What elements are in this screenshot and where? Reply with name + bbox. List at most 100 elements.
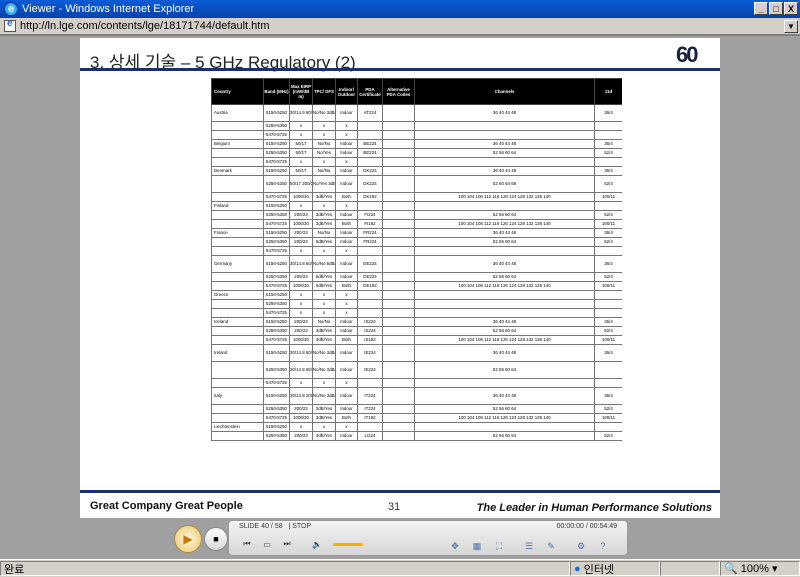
table-cell: x xyxy=(289,201,313,211)
table-cell: 36/4 xyxy=(594,166,622,176)
table-cell: x xyxy=(335,378,358,388)
table-cell: 200/23 xyxy=(289,317,313,327)
country-cell: Belgium xyxy=(211,139,264,149)
security-zone: ● 인터넷 xyxy=(570,561,660,576)
table-cell xyxy=(382,281,415,291)
viewer-stage: 3. 상세 기술 – 5 GHz Regulatory (2) 60 Count… xyxy=(0,36,800,559)
table-cell: 36 40 44 48 xyxy=(413,255,596,273)
table-cell: 5470-5725 xyxy=(263,219,290,229)
table-cell: 5470-5725 xyxy=(263,246,290,256)
footer-tagline: The Leader in Human Performance Solution… xyxy=(476,502,712,514)
address-dropdown-icon[interactable]: ▼ xyxy=(784,19,798,33)
stop-button[interactable]: ■ xyxy=(204,527,228,551)
table-cell: 3dB/Yes xyxy=(312,404,336,414)
table-cell: 52 56 60 64 xyxy=(413,361,596,379)
table-header-cell: TPC/ DFS xyxy=(312,78,336,105)
table-row: 5250-5350 200/23 6dB/Yes Indoor FR224 52 56 6… xyxy=(211,237,622,247)
table-cell: 3dB/Yes xyxy=(312,335,336,345)
table-cell: 3dB/Yes xyxy=(312,326,336,336)
country-cell xyxy=(211,210,264,220)
table-cell: Both xyxy=(335,335,358,345)
table-cell: 3dB/Yes xyxy=(312,413,336,423)
table-cell: Both xyxy=(335,219,358,229)
next-slide-icon[interactable]: ⏭ xyxy=(279,537,295,551)
table-cell: 36 40 44 48 xyxy=(413,228,596,238)
table-row: 5250-535050/17 200/23No/Yes 3dB/YesIndoo… xyxy=(211,175,622,193)
table-cell: 30/14.8 60/17.8 xyxy=(289,344,313,362)
table-cell: DE224 xyxy=(357,255,383,273)
thumbnail-icon[interactable]: ▦ xyxy=(469,539,485,553)
table-cell xyxy=(382,422,415,432)
table-cell: 30/14.8 200/23 xyxy=(289,387,313,405)
table-cell: 100 104 108 112 116 120 124 128 132 136 … xyxy=(413,335,596,345)
table-cell xyxy=(357,121,383,131)
close-button[interactable]: X xyxy=(784,2,798,15)
table-cell xyxy=(594,361,622,379)
table-cell: Indoor xyxy=(335,344,358,362)
minimize-button[interactable]: _ xyxy=(754,2,768,15)
table-cell: 52 56 60 64 xyxy=(413,237,596,247)
table-cell: No/No 3dB/No xyxy=(312,361,336,379)
country-cell xyxy=(211,121,264,131)
help-icon[interactable]: ? xyxy=(595,539,611,553)
volume-slider[interactable] xyxy=(333,543,363,546)
table-cell: FR224 xyxy=(357,237,383,247)
table-cell: DE192 xyxy=(357,281,383,291)
country-cell xyxy=(211,272,264,282)
address-bar: http://ln.lge.com/contents/lge/18171744/… xyxy=(0,18,800,35)
table-cell: 5150-5250 xyxy=(263,228,290,238)
table-cell: BE224 xyxy=(357,139,383,149)
table-cell: Both xyxy=(335,281,358,291)
address-url[interactable]: http://ln.lge.com/contents/lge/18171744/… xyxy=(20,20,784,32)
table-cell: 3dB/Yes xyxy=(312,431,336,441)
settings-icon[interactable]: ⚙ xyxy=(573,539,589,553)
country-cell: Liechtenstein xyxy=(211,422,264,432)
pointer-tool-icon[interactable]: ✥ xyxy=(447,539,463,553)
zoom-icon: 🔍 xyxy=(724,563,738,575)
table-row: Belgium 5150-5250 50/17 No/No Indoor BE224 36 … xyxy=(211,139,622,149)
table-cell xyxy=(382,166,415,176)
table-cell: 200/23 xyxy=(289,272,313,282)
outline-icon[interactable]: ☰ xyxy=(521,539,537,553)
table-cell: x xyxy=(289,157,313,167)
table-row: 5250-5350 x x x xyxy=(211,121,622,131)
slide: 3. 상세 기술 – 5 GHz Regulatory (2) 60 Count… xyxy=(80,38,720,518)
slide-list-icon[interactable]: ▭ xyxy=(259,537,275,551)
fullscreen-icon[interactable]: ⛶ xyxy=(491,539,507,553)
table-cell: IS224 xyxy=(357,326,383,336)
table-cell xyxy=(382,308,415,318)
volume-icon[interactable]: 🔈 xyxy=(309,537,325,551)
table-cell: IT224 xyxy=(357,387,383,405)
first-slide-icon[interactable]: ⏮ xyxy=(239,537,255,551)
table-cell: Both xyxy=(335,192,358,202)
globe-icon: ● xyxy=(574,562,581,575)
table-cell xyxy=(413,201,596,211)
table-cell xyxy=(382,335,415,345)
maximize-button[interactable]: □ xyxy=(769,2,783,15)
table-cell: 200/23 xyxy=(289,326,313,336)
table-cell: x xyxy=(335,290,358,300)
table-cell: x xyxy=(289,299,313,309)
zoom-level[interactable]: 🔍 100% ▾ xyxy=(720,561,800,576)
country-cell xyxy=(211,326,264,336)
regulatory-table-container: Country Band (MHz) Max EIRP (mW/dB m) TPC/ … xyxy=(211,78,622,486)
table-header-cell: Channels xyxy=(413,78,596,105)
table-header-cell: Indoor/ Outdoor xyxy=(335,78,358,105)
country-cell xyxy=(211,378,264,388)
table-header-cell: PDA Certificate xyxy=(357,78,383,105)
table-cell: 100 104 108 112 116 120 124 128 132 136 … xyxy=(413,192,596,202)
notes-icon[interactable]: ✎ xyxy=(543,539,559,553)
table-cell: 5470-5725 xyxy=(263,192,290,202)
table-cell: FI192 xyxy=(357,219,383,229)
country-cell xyxy=(211,431,264,441)
table-cell: 36 40 44 48 xyxy=(413,104,596,122)
table-cell xyxy=(594,201,622,211)
table-cell: IT224 xyxy=(357,404,383,414)
table-cell: DK224 xyxy=(357,175,383,193)
table-cell: AT224 xyxy=(357,104,383,122)
footer-divider xyxy=(80,490,720,493)
protected-mode xyxy=(660,561,720,576)
table-cell: 30/14.8 60/17.8 xyxy=(289,361,313,379)
play-button[interactable]: ▶ xyxy=(174,525,202,553)
table-cell xyxy=(594,290,622,300)
